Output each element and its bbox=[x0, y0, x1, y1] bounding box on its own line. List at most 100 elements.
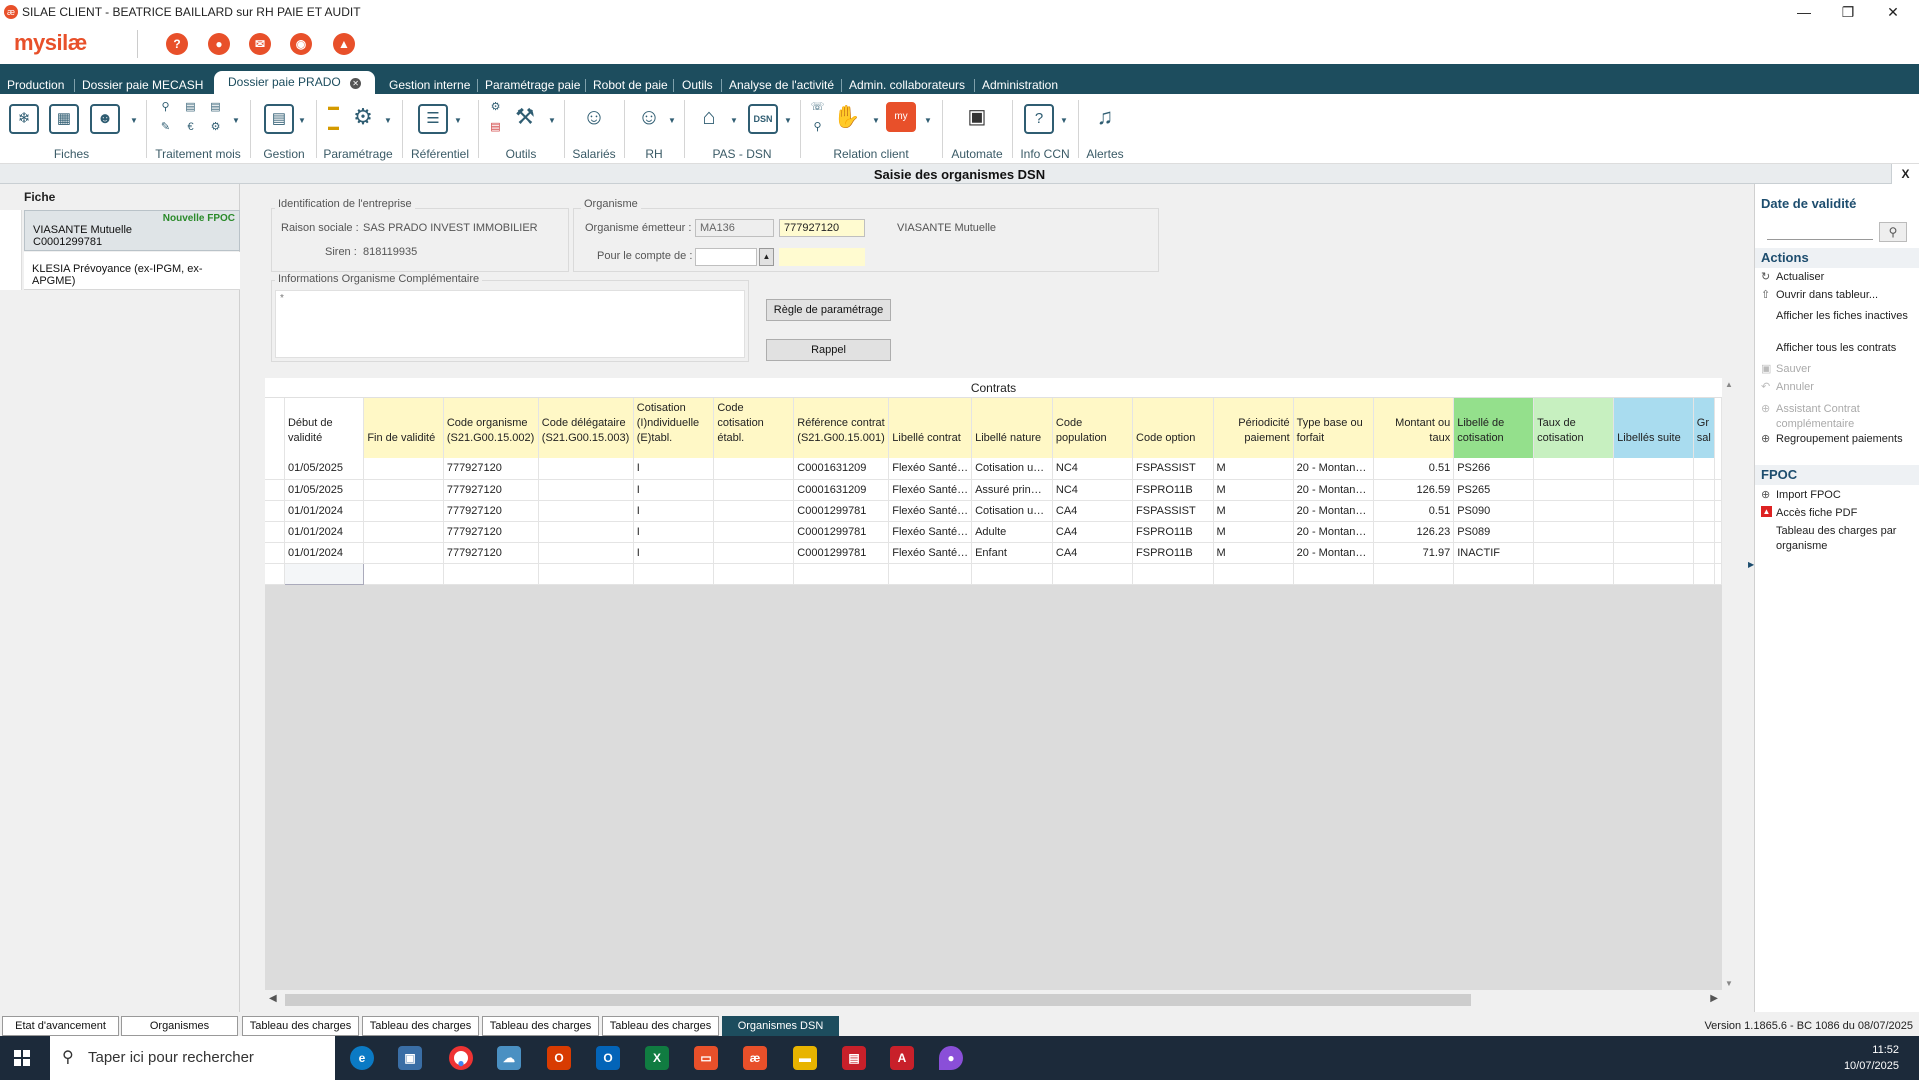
table-cell[interactable]: NC4 bbox=[1052, 479, 1134, 501]
table-cell[interactable] bbox=[1533, 542, 1615, 564]
table-cell[interactable]: M bbox=[1213, 458, 1294, 480]
excel-icon[interactable]: X bbox=[645, 1046, 669, 1070]
table-cell[interactable] bbox=[1533, 500, 1615, 522]
dropdown-arrow-icon[interactable]: ▲ bbox=[759, 248, 774, 266]
table-cell[interactable]: FSPASSIST bbox=[1132, 458, 1214, 480]
calendar-red-icon[interactable]: ▤ bbox=[488, 120, 503, 135]
table-cell[interactable] bbox=[1693, 521, 1716, 543]
action-afficher-inactives[interactable]: Afficher les fiches inactives bbox=[1776, 309, 1918, 324]
table-row[interactable]: 01/01/2024 777927120 I C0001299781 Flexéo Sa… bbox=[265, 500, 1722, 522]
search-icon[interactable]: ⚲ bbox=[1879, 222, 1907, 242]
scroll-up-icon[interactable]: ▲ bbox=[1725, 380, 1733, 389]
fiche-item-viasante[interactable]: Nouvelle FPOC VIASANTE Mutuelle C0001299… bbox=[24, 210, 240, 251]
dropdown-arrow-icon[interactable]: ▼ bbox=[130, 116, 138, 125]
menu-admin-collaborateurs[interactable]: Admin. collaborateurs bbox=[849, 78, 965, 92]
table-cell[interactable]: 0.51 bbox=[1373, 458, 1455, 480]
table-cell[interactable] bbox=[363, 479, 444, 501]
regle-parametrage-button[interactable]: Règle de paramétrage bbox=[766, 299, 891, 321]
tab-etat-avancement[interactable]: Etat d'avancement bbox=[2, 1016, 119, 1036]
table-cell[interactable]: Cotisation u… bbox=[971, 458, 1053, 480]
robot-icon[interactable]: ▣ bbox=[962, 104, 992, 134]
table-cell[interactable]: 126.59 bbox=[1373, 479, 1455, 501]
table-cell[interactable] bbox=[1533, 458, 1615, 480]
column-header[interactable]: Périodicité paiement bbox=[1213, 398, 1294, 458]
table-cell[interactable] bbox=[1373, 563, 1455, 585]
tab-organismes[interactable]: Organismes bbox=[121, 1016, 238, 1036]
computer-icon[interactable]: ▣ bbox=[398, 1046, 422, 1070]
table-cell[interactable] bbox=[538, 542, 634, 564]
dropdown-arrow-icon[interactable]: ▼ bbox=[232, 116, 240, 125]
table-cell[interactable] bbox=[363, 563, 444, 585]
table-row[interactable]: 01/05/2025 777927120 I C0001631209 Flexéo Sa… bbox=[265, 479, 1722, 501]
table-cell[interactable]: PS090 bbox=[1453, 500, 1535, 522]
table-cell[interactable]: INACTIF bbox=[1453, 542, 1535, 564]
table-cell[interactable]: 20 - Montan… bbox=[1293, 521, 1375, 543]
table-cell[interactable] bbox=[1613, 521, 1694, 543]
table-cell[interactable] bbox=[538, 500, 634, 522]
pour-le-compte-select[interactable] bbox=[695, 248, 757, 266]
taskbar-search-input[interactable]: ⚲ Taper ici pour rechercher bbox=[50, 1036, 335, 1080]
table-cell[interactable]: I bbox=[633, 458, 715, 480]
horizontal-scrollbar[interactable]: ◀ ▶ bbox=[265, 990, 1722, 1010]
table-cell[interactable]: 71.97 bbox=[1373, 542, 1455, 564]
column-header[interactable]: Code population bbox=[1052, 398, 1134, 458]
table-cell[interactable]: Flexéo Santé… bbox=[888, 500, 973, 522]
action-acces-pdf[interactable]: Accès fiche PDF bbox=[1776, 506, 1918, 521]
column-header[interactable]: Référence contrat (S21.G00.15.001) bbox=[793, 398, 890, 458]
table-cell[interactable] bbox=[713, 542, 795, 564]
folder-icon[interactable]: ▬ bbox=[326, 100, 341, 115]
table-cell[interactable]: 0.51 bbox=[1373, 500, 1455, 522]
row-selector[interactable] bbox=[265, 563, 285, 585]
dropdown-arrow-icon[interactable]: ▼ bbox=[298, 116, 306, 125]
restore-button[interactable]: ❐ bbox=[1828, 2, 1868, 22]
edge-icon[interactable]: e bbox=[350, 1046, 374, 1070]
table-cell[interactable] bbox=[443, 563, 539, 585]
column-header[interactable]: Code délégataire (S21.G00.15.003) bbox=[538, 398, 634, 458]
table-cell[interactable]: Flexéo Santé… bbox=[888, 479, 973, 501]
office-icon[interactable]: O bbox=[547, 1046, 571, 1070]
table-cell[interactable]: 777927120 bbox=[443, 542, 539, 564]
action-tableau-charges[interactable]: Tableau des charges par organisme bbox=[1776, 524, 1918, 554]
table-cell[interactable] bbox=[363, 458, 444, 480]
table-cell[interactable] bbox=[1533, 479, 1615, 501]
table-cell[interactable] bbox=[713, 563, 795, 585]
table-cell[interactable]: I bbox=[633, 521, 715, 543]
table-cell[interactable]: M bbox=[1213, 479, 1294, 501]
table-cell[interactable] bbox=[363, 500, 444, 522]
settings-gear-icon[interactable]: ⚙ bbox=[348, 104, 378, 134]
table-cell[interactable]: C0001631209 bbox=[793, 479, 890, 501]
tab-tableau-charges-1[interactable]: Tableau des charges bbox=[242, 1016, 359, 1036]
column-header[interactable]: Fin de validité bbox=[363, 398, 444, 458]
tab-tableau-charges-4[interactable]: Tableau des charges bbox=[602, 1016, 719, 1036]
emetteur-value-field[interactable]: 777927120 bbox=[779, 219, 865, 237]
table-cell[interactable]: 01/05/2025 bbox=[284, 479, 365, 501]
table-cell[interactable]: 20 - Montan… bbox=[1293, 479, 1375, 501]
dropdown-arrow-icon[interactable]: ▼ bbox=[454, 116, 462, 125]
outlook-icon[interactable]: O bbox=[596, 1046, 620, 1070]
table-cell[interactable] bbox=[1613, 500, 1694, 522]
close-tab-icon[interactable]: ✕ bbox=[350, 78, 362, 89]
action-actualiser[interactable]: Actualiser bbox=[1776, 270, 1918, 285]
table-cell[interactable]: 20 - Montan… bbox=[1293, 500, 1375, 522]
table-cell[interactable] bbox=[538, 563, 634, 585]
search-clock-icon[interactable]: ⚲ bbox=[158, 100, 173, 115]
table-cell[interactable]: PS265 bbox=[1453, 479, 1535, 501]
column-header[interactable]: Type base ou forfait bbox=[1293, 398, 1375, 458]
action-assistant-contrat[interactable]: Assistant Contrat complémentaire bbox=[1776, 402, 1918, 432]
emetteur-code-field[interactable]: MA136 bbox=[695, 219, 774, 237]
dropdown-arrow-icon[interactable]: ▼ bbox=[384, 116, 392, 125]
table-cell[interactable]: FSPRO11B bbox=[1132, 479, 1214, 501]
dropdown-arrow-icon[interactable]: ▼ bbox=[548, 116, 556, 125]
table-row[interactable]: 01/01/2024 777927120 I C0001299781 Flexéo Sa… bbox=[265, 521, 1722, 543]
clipboard-icon[interactable]: ▤ bbox=[264, 104, 294, 134]
fiche-item-klesia[interactable]: KLESIA Prévoyance (ex-IPGM, ex-APGME) bbox=[24, 252, 240, 290]
menu-gestion-interne[interactable]: Gestion interne bbox=[389, 78, 470, 92]
row-selector[interactable] bbox=[265, 542, 285, 564]
table-cell[interactable] bbox=[1533, 563, 1615, 585]
minimize-button[interactable]: — bbox=[1784, 2, 1824, 22]
table-cell[interactable] bbox=[971, 563, 1053, 585]
people-icon[interactable]: ☺ bbox=[579, 104, 609, 134]
dropdown-arrow-icon[interactable]: ▼ bbox=[872, 116, 880, 125]
euro-icon[interactable]: € bbox=[183, 120, 198, 135]
calendar-icon[interactable]: ▤ bbox=[208, 100, 223, 115]
